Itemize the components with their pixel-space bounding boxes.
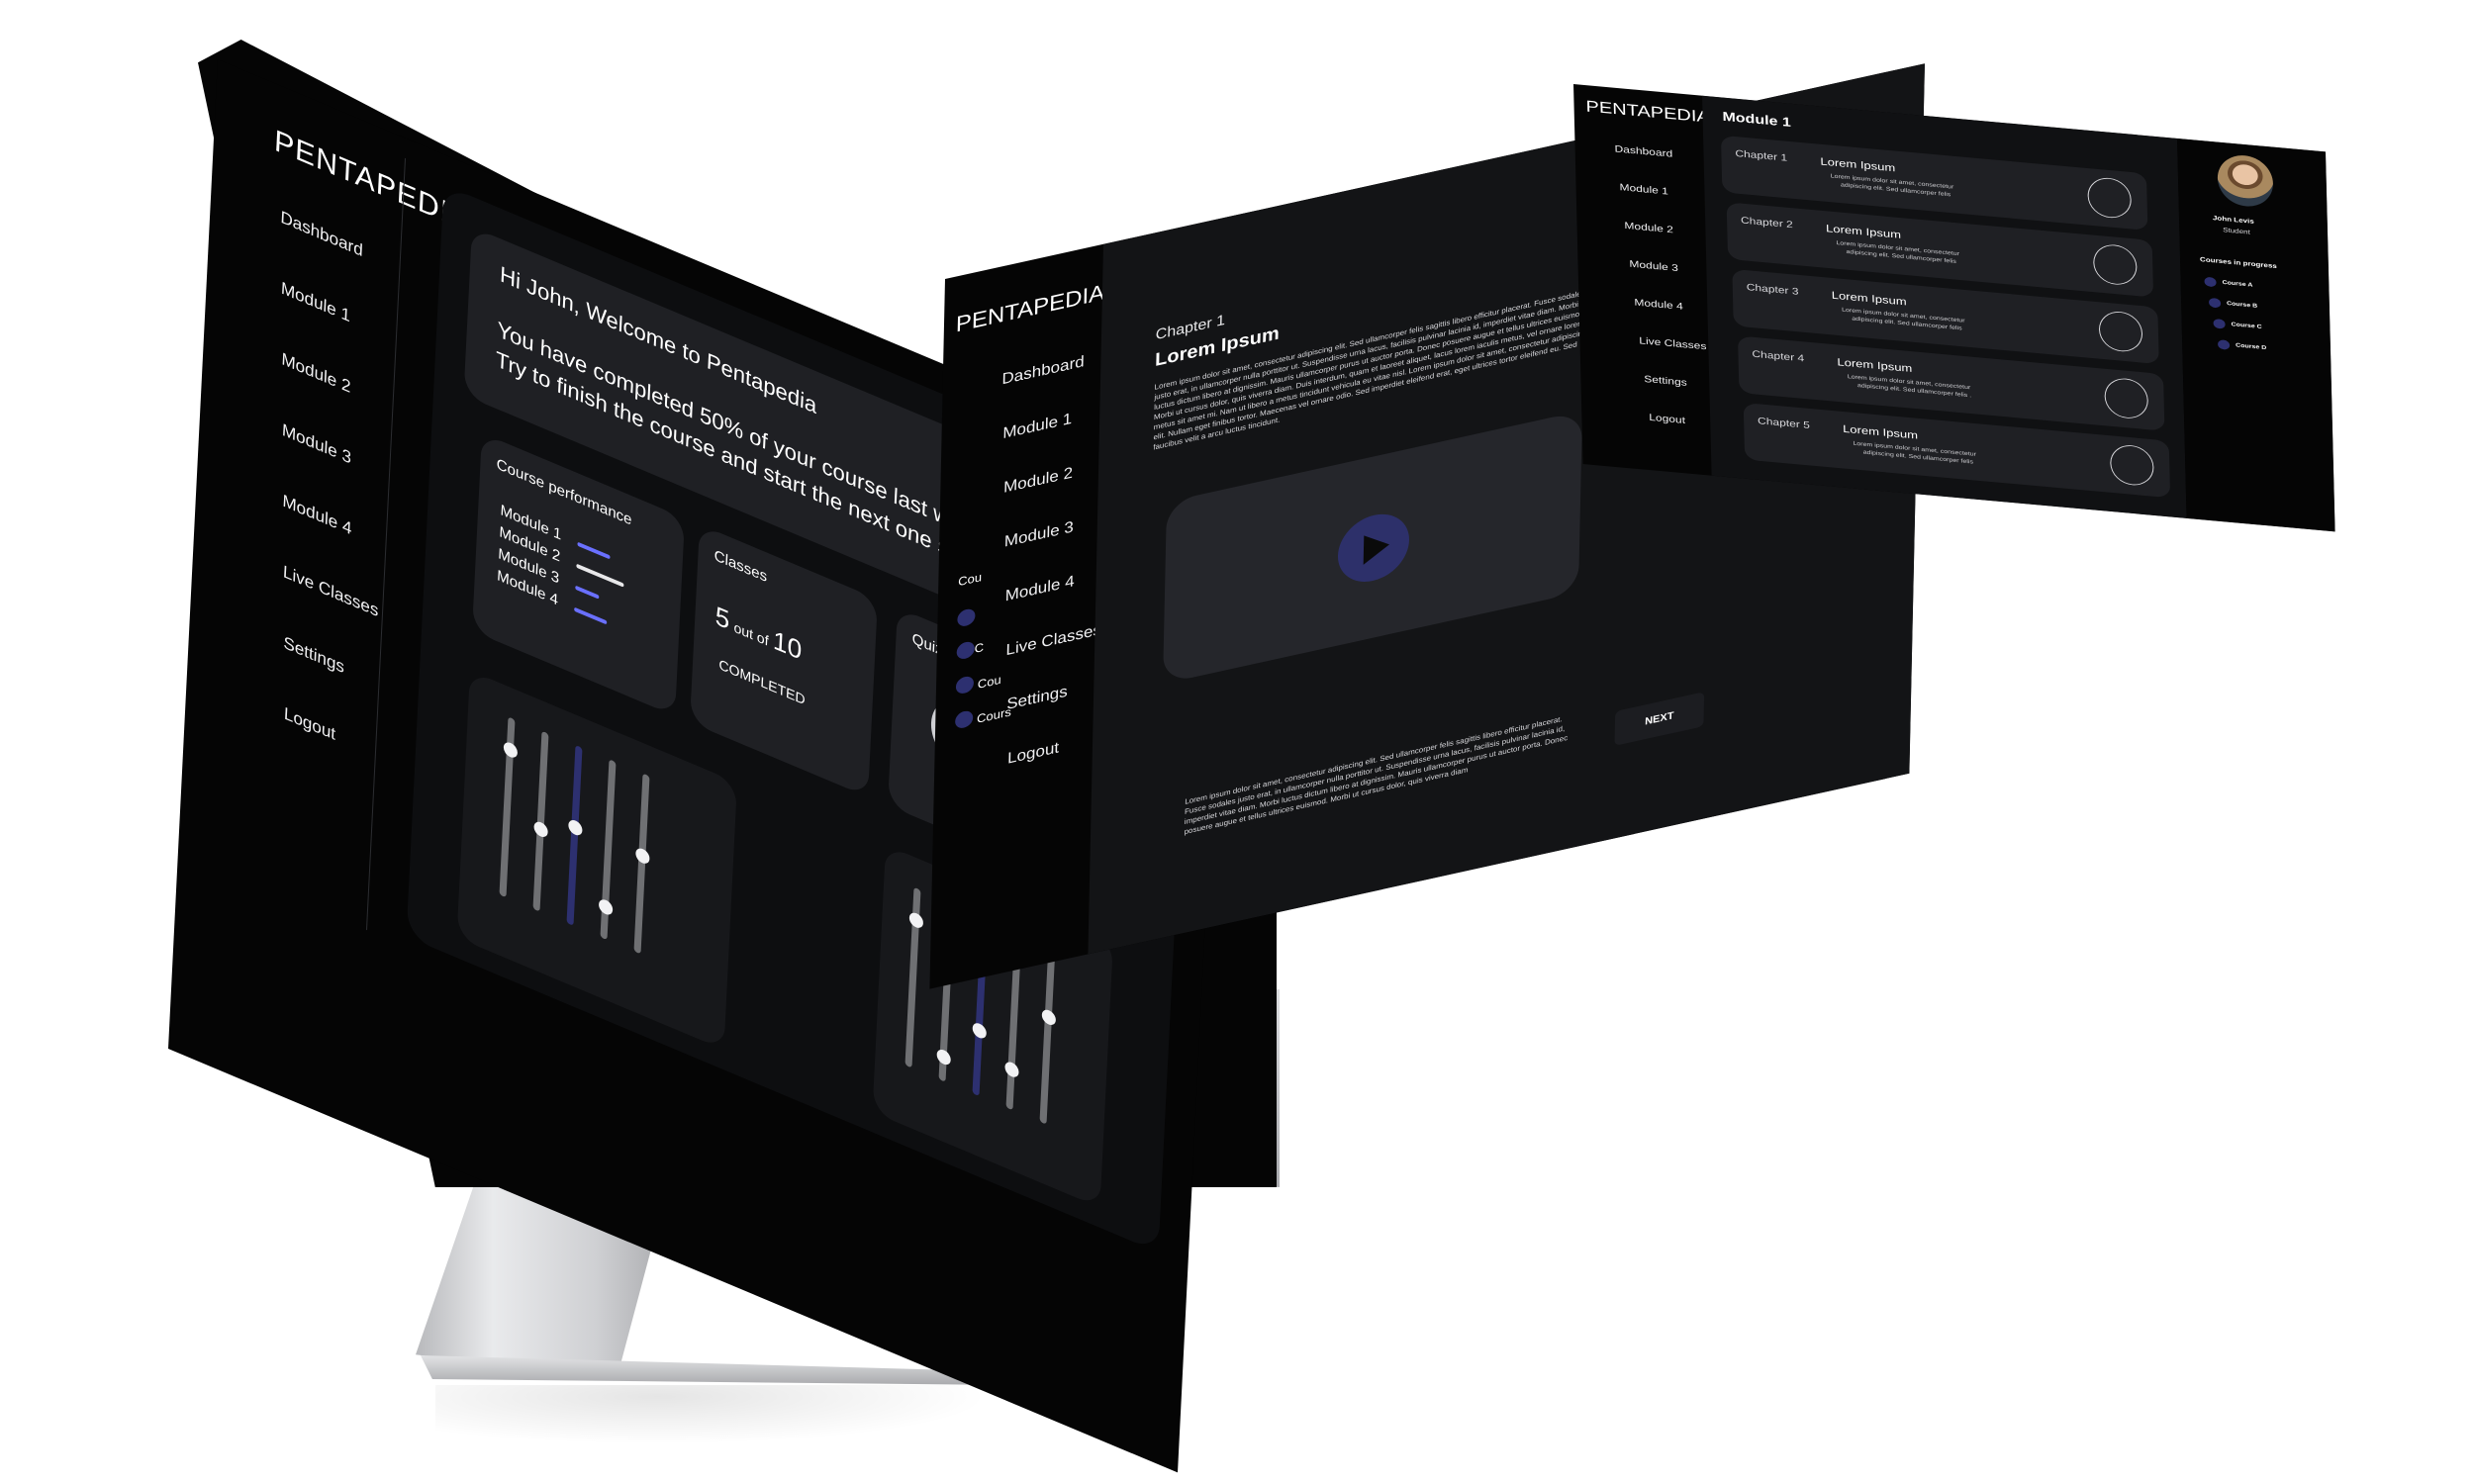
chapter-progress-ring	[2092, 242, 2138, 287]
stand-shadow	[435, 1385, 990, 1444]
module-nav-module-1[interactable]: Module 1	[1619, 181, 1668, 197]
perf-bar-module-3	[575, 585, 600, 600]
lesson-nav-module-2[interactable]: Module 2	[1003, 464, 1073, 498]
course-a[interactable]: Course A	[2222, 280, 2252, 288]
slider-card-left	[456, 670, 737, 1050]
perf-bar-module-1	[577, 541, 611, 560]
peek-course-dot-1	[957, 607, 976, 628]
lesson-nav-logout[interactable]: Logout	[1007, 738, 1059, 768]
chapter-progress-ring	[2087, 176, 2133, 220]
nav-module-3[interactable]: Module 3	[282, 419, 352, 468]
chapter-label: Chapter 1	[1735, 147, 1788, 164]
course-d[interactable]: Course D	[2236, 342, 2266, 350]
chapter-label: Chapter 2	[1740, 214, 1793, 231]
right-slider-track-5[interactable]	[1039, 943, 1056, 1125]
lesson-body-bottom: Lorem ipsum dolor sit amet, consectetur …	[1184, 714, 1569, 837]
chapter-name: Lorem Ipsum	[1837, 355, 1913, 375]
course-a-icon	[2204, 276, 2217, 288]
chapter-name: Lorem Ipsum	[1842, 422, 1919, 441]
course-d-icon	[2218, 339, 2231, 350]
peek-course-1: C	[974, 639, 985, 656]
classes-title: Classes	[714, 546, 768, 587]
play-button[interactable]	[1337, 507, 1410, 589]
lesson-nav-settings[interactable]: Settings	[1006, 683, 1068, 714]
module-nav-live-classes[interactable]: Live Classes	[1639, 334, 1706, 351]
module-nav-module-3[interactable]: Module 3	[1629, 258, 1678, 274]
peek-course-dot-2	[956, 640, 975, 661]
left-slider-track-5[interactable]	[633, 773, 650, 955]
peek-course-3: Cours	[976, 704, 1011, 726]
module-content: Module 1 Chapter 1 Lorem Ipsum Lorem ips…	[1702, 95, 2187, 518]
perf-bar-module-4	[574, 606, 608, 625]
module-nav-module-4[interactable]: Module 4	[1634, 297, 1683, 313]
avatar[interactable]	[2217, 152, 2274, 209]
nav-module-4[interactable]: Module 4	[282, 491, 352, 539]
peek-course-0: Cou	[958, 569, 983, 589]
course-c-icon	[2213, 318, 2226, 329]
peek-course-dot-3	[955, 675, 975, 696]
module-nav-settings[interactable]: Settings	[1644, 373, 1687, 388]
sidebar-divider	[366, 157, 406, 931]
module-nav-dashboard[interactable]: Dashboard	[1614, 143, 1672, 159]
module-nav-logout[interactable]: Logout	[1649, 412, 1685, 426]
courses-in-progress-title: Courses in progress	[2199, 255, 2277, 270]
classes-card: Classes 5 out of 10 COMPLETED	[690, 524, 878, 797]
slider-group-left	[499, 716, 707, 987]
chapter-name: Lorem Ipsum	[1820, 154, 1896, 174]
brand-logo-module: PENTAPEDIA	[1585, 97, 1710, 127]
course-c[interactable]: Course C	[2232, 322, 2262, 329]
chapter-name: Lorem Ipsum	[1825, 222, 1902, 241]
lesson-nav-module-3[interactable]: Module 3	[1004, 517, 1074, 551]
nav-settings[interactable]: Settings	[283, 632, 344, 678]
classes-count: 5 out of 10	[714, 600, 803, 667]
chapter-name: Lorem Ipsum	[1831, 289, 1907, 308]
course-performance-card: Course performance Module 1 Module 2 Mod…	[472, 432, 685, 716]
perf-bar-module-2	[576, 563, 624, 588]
lesson-nav-dashboard[interactable]: Dashboard	[1001, 352, 1085, 389]
lesson-nav-module-1[interactable]: Module 1	[1002, 410, 1072, 443]
chapter-label: Chapter 4	[1752, 347, 1805, 364]
brand-logo-lesson: PENTAPEDIA	[955, 280, 1105, 337]
course-b-icon	[2208, 297, 2222, 309]
play-icon	[1363, 529, 1390, 565]
chapter-progress-ring	[2109, 443, 2154, 488]
chapter-label: Chapter 5	[1757, 415, 1810, 431]
classes-total: 10	[772, 623, 803, 667]
profile-panel: John Levis Student Courses in progress C…	[2177, 138, 2335, 532]
nav-logout[interactable]: Logout	[284, 703, 336, 745]
module-nav-module-2[interactable]: Module 2	[1624, 220, 1673, 235]
chapter-progress-ring	[2098, 310, 2143, 354]
nav-module-2[interactable]: Module 2	[281, 349, 351, 398]
nav-live-classes[interactable]: Live Classes	[283, 562, 379, 621]
chapter-label: Chapter 3	[1746, 281, 1799, 298]
profile-role: Student	[2223, 226, 2250, 236]
classes-done: 5	[714, 600, 731, 636]
course-b[interactable]: Course B	[2227, 301, 2257, 309]
module-screen: PENTAPEDIA Dashboard Module 1 Module 2 M…	[1573, 84, 2335, 532]
video-player[interactable]	[1163, 411, 1582, 685]
left-slider-track-3[interactable]	[566, 744, 583, 926]
peek-course-dot-4	[955, 709, 974, 730]
lesson-nav-live-classes[interactable]: Live Classes	[1005, 620, 1101, 660]
nav-module-1[interactable]: Module 1	[281, 278, 351, 326]
next-button[interactable]: NEXT	[1614, 692, 1705, 746]
chapter-progress-ring	[2104, 376, 2149, 420]
module-title: Module 1	[1722, 110, 1792, 131]
classes-out-of: out of	[733, 618, 770, 650]
peek-course-2: Cou	[977, 672, 1001, 692]
peeking-courses-list: Cou C Cou Cours	[953, 562, 1017, 811]
profile-name: John Levis	[2212, 214, 2254, 226]
nav-dashboard[interactable]: Dashboard	[280, 207, 363, 261]
